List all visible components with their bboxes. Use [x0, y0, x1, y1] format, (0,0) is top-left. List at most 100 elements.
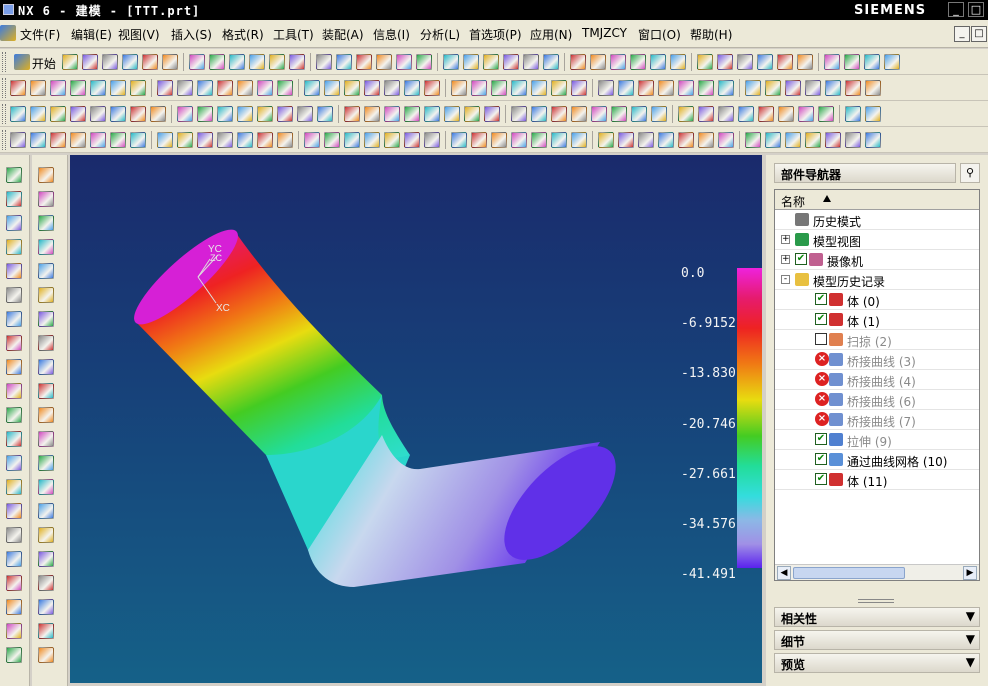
toolbar-tool-icon[interactable] — [130, 132, 146, 148]
toolbar-tool-icon[interactable] — [384, 106, 400, 122]
toolbar-tool-icon[interactable] — [825, 132, 841, 148]
toolbar-tool-icon[interactable] — [217, 132, 233, 148]
toolbar-tool-icon[interactable] — [745, 132, 761, 148]
toolbar-tool-icon[interactable] — [248, 54, 265, 70]
toolbar-tool-icon[interactable] — [531, 132, 547, 148]
menu-file[interactable]: 文件(F) — [20, 26, 60, 43]
left-toolbar-tool-icon[interactable] — [38, 191, 54, 207]
toolbar-tool-icon[interactable] — [208, 54, 225, 70]
toolbar-tool-icon[interactable] — [511, 132, 527, 148]
toolbar-tool-icon[interactable] — [237, 106, 253, 122]
left-toolbar-tool-icon[interactable] — [6, 575, 22, 591]
tree-node[interactable]: × 桥接曲线 (7) — [775, 410, 979, 430]
toolbar-tool-icon[interactable] — [551, 80, 567, 96]
toolbar-tool-icon[interactable] — [101, 54, 118, 70]
toolbar-tool-icon[interactable] — [758, 106, 774, 122]
toolbar-tool-icon[interactable] — [522, 54, 539, 70]
toolbar-tool-icon[interactable] — [237, 132, 253, 148]
toolbar-tool-icon[interactable] — [257, 106, 273, 122]
toolbar-tool-icon[interactable] — [845, 106, 861, 122]
toolbar-tool-icon[interactable] — [364, 132, 380, 148]
toolbar-tool-icon[interactable] — [324, 80, 340, 96]
visibility-checkbox[interactable]: ✔ — [815, 313, 827, 325]
panel-preview[interactable]: 预览 ▼ — [774, 653, 980, 673]
left-toolbar-tool-icon[interactable] — [6, 311, 22, 327]
toolbar-tool-icon[interactable] — [297, 106, 313, 122]
column-header-name[interactable]: 名称 — [781, 193, 805, 210]
left-toolbar-tool-icon[interactable] — [38, 647, 54, 663]
toolbar-tool-icon[interactable] — [484, 106, 500, 122]
left-toolbar-tool-icon[interactable] — [38, 599, 54, 615]
menu-info[interactable]: 信息(I) — [373, 26, 410, 43]
menu-analysis[interactable]: 分析(L) — [420, 26, 460, 43]
menu-window[interactable]: 窗口(O) — [638, 26, 681, 43]
toolbar-tool-icon[interactable] — [188, 54, 205, 70]
toolbar-tool-icon[interactable] — [531, 106, 547, 122]
toolbar-tool-icon[interactable] — [150, 106, 166, 122]
toolbar-tool-icon[interactable] — [217, 106, 233, 122]
toolbar-tool-icon[interactable] — [317, 106, 333, 122]
left-toolbar-tool-icon[interactable] — [6, 191, 22, 207]
toolbar-tool-icon[interactable] — [471, 80, 487, 96]
toolbar-tool-icon[interactable] — [736, 54, 753, 70]
graphics-viewport[interactable]: YC ZC XC 0.0 -6.9152 -13.830 -20.746 -27… — [70, 155, 762, 683]
left-toolbar-tool-icon[interactable] — [6, 215, 22, 231]
toolbar-tool-icon[interactable] — [843, 54, 860, 70]
toolbar-tool-icon[interactable] — [698, 132, 714, 148]
left-toolbar-tool-icon[interactable] — [6, 551, 22, 567]
visibility-checkbox[interactable]: ✔ — [815, 473, 827, 485]
left-toolbar-tool-icon[interactable] — [6, 455, 22, 471]
toolbar-tool-icon[interactable] — [618, 132, 634, 148]
left-toolbar-tool-icon[interactable] — [6, 263, 22, 279]
collapse-icon[interactable]: - — [781, 275, 790, 284]
toolbar-tool-icon[interactable] — [491, 80, 507, 96]
left-toolbar-tool-icon[interactable] — [38, 623, 54, 639]
tree-node[interactable]: + 模型视图 — [775, 230, 979, 250]
left-toolbar-tool-icon[interactable] — [38, 455, 54, 471]
mdi-minimize-button[interactable]: _ — [954, 26, 970, 42]
splitter-grip[interactable] — [858, 599, 894, 603]
toolbar-tool-icon[interactable] — [511, 106, 527, 122]
left-toolbar-tool-icon[interactable] — [6, 647, 22, 663]
toolbar-grip[interactable] — [2, 52, 6, 72]
toolbar-tool-icon[interactable] — [344, 80, 360, 96]
left-toolbar-tool-icon[interactable] — [6, 527, 22, 543]
toolbar-tool-icon[interactable] — [883, 54, 900, 70]
toolbar-tool-icon[interactable] — [865, 132, 881, 148]
menu-tmjzcy[interactable]: TMJZCY — [582, 26, 627, 40]
toolbar-tool-icon[interactable] — [778, 106, 794, 122]
toolbar-tool-icon[interactable] — [424, 132, 440, 148]
tree-node[interactable]: ✔ 通过曲线网格 (10) — [775, 450, 979, 470]
toolbar-tool-icon[interactable] — [304, 132, 320, 148]
toolbar-tool-icon[interactable] — [818, 106, 834, 122]
toolbar-tool-icon[interactable] — [785, 80, 801, 96]
left-toolbar-tool-icon[interactable] — [38, 407, 54, 423]
toolbar-tool-icon[interactable] — [277, 80, 293, 96]
toolbar-tool-icon[interactable] — [157, 132, 173, 148]
toolbar-tool-icon[interactable] — [30, 132, 46, 148]
visibility-checkbox[interactable]: ✔ — [815, 433, 827, 445]
toolbar-tool-icon[interactable] — [531, 80, 547, 96]
toolbar-tool-icon[interactable] — [598, 80, 614, 96]
toolbar-tool-icon[interactable] — [631, 106, 647, 122]
left-toolbar-tool-icon[interactable] — [38, 479, 54, 495]
tree-node[interactable]: - 模型历史记录 — [775, 270, 979, 290]
left-toolbar-tool-icon[interactable] — [38, 263, 54, 279]
tree-node[interactable]: × 桥接曲线 (4) — [775, 370, 979, 390]
left-toolbar-tool-icon[interactable] — [6, 623, 22, 639]
toolbar-tool-icon[interactable] — [395, 54, 412, 70]
toolbar-tool-icon[interactable] — [157, 80, 173, 96]
toolbar-tool-icon[interactable] — [698, 106, 714, 122]
toolbar-tool-icon[interactable] — [50, 132, 66, 148]
left-toolbar-tool-icon[interactable] — [38, 503, 54, 519]
toolbar-tool-icon[interactable] — [177, 132, 193, 148]
toolbar-tool-icon[interactable] — [237, 80, 253, 96]
toolbar-tool-icon[interactable] — [451, 80, 467, 96]
left-toolbar-tool-icon[interactable] — [6, 167, 22, 183]
toolbar-tool-icon[interactable] — [404, 80, 420, 96]
toolbar-tool-icon[interactable] — [805, 80, 821, 96]
left-toolbar-tool-icon[interactable] — [6, 239, 22, 255]
toolbar-tool-icon[interactable] — [197, 106, 213, 122]
toolbar-tool-icon[interactable] — [482, 54, 499, 70]
toolbar-tool-icon[interactable] — [10, 106, 26, 122]
